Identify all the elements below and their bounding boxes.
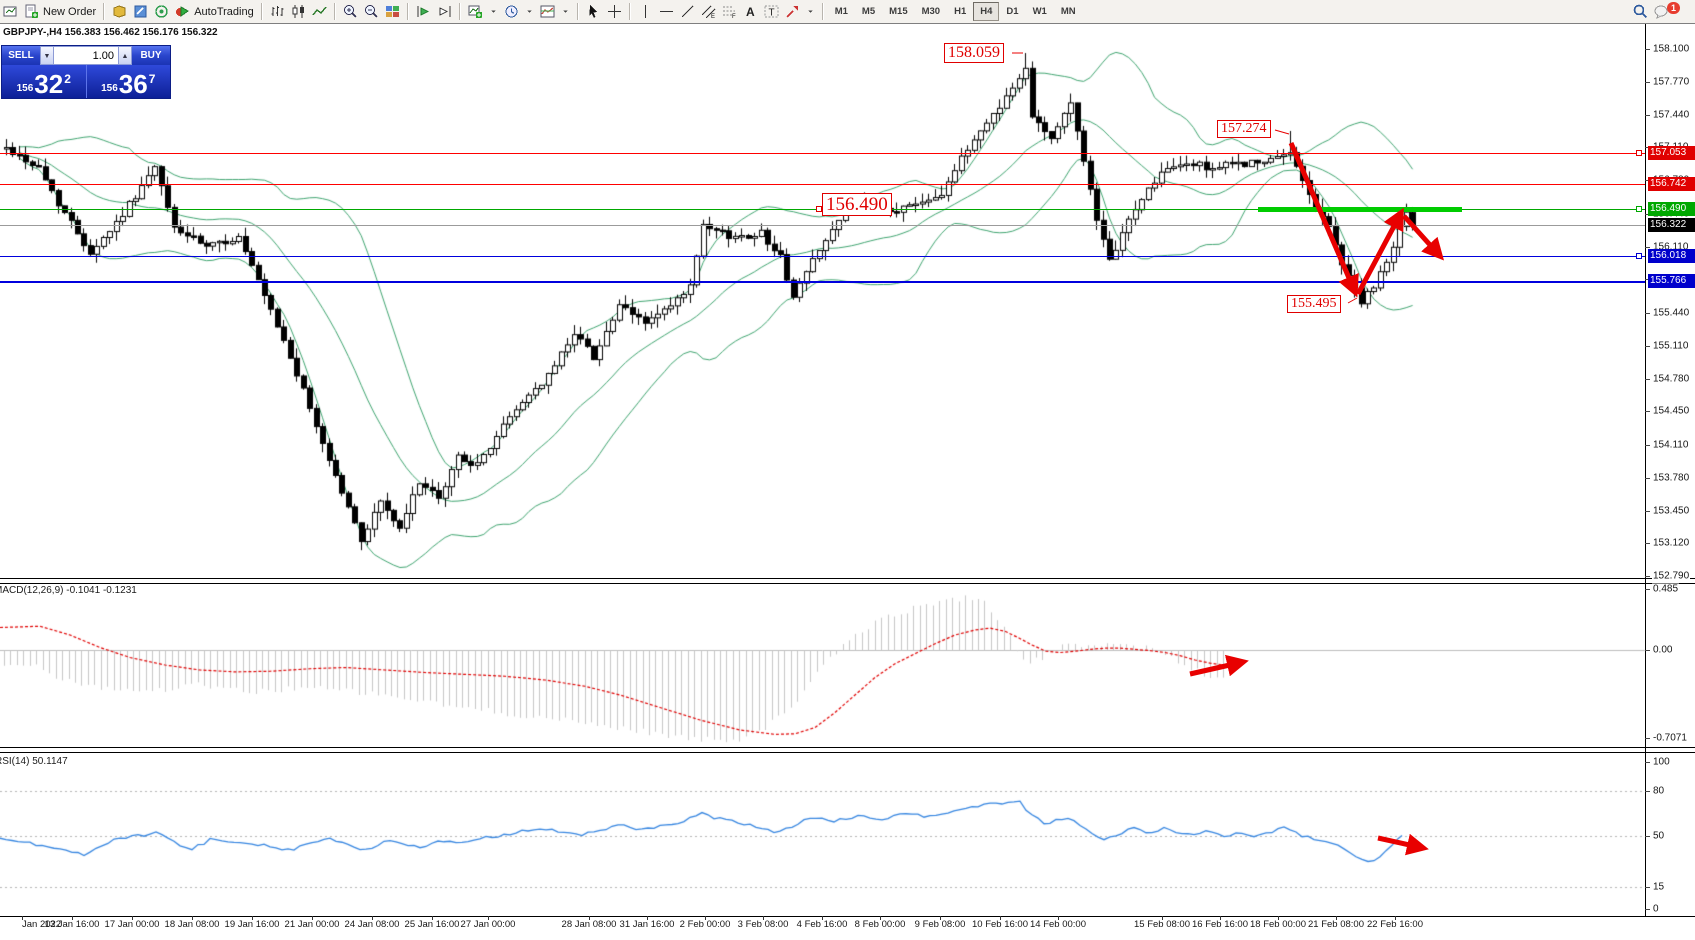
toolbar-separator: [103, 3, 105, 20]
timeframe-button-d1[interactable]: D1: [999, 2, 1025, 21]
sell-button[interactable]: SELL: [2, 46, 40, 65]
autotrading-button-label: AutoTrading: [194, 6, 254, 18]
callout-156-490[interactable]: 156.490: [822, 193, 892, 216]
trend-arrow-5[interactable]: [1378, 838, 1423, 848]
indicators-dropdown[interactable]: [558, 2, 573, 22]
vertical-line-tool-button[interactable]: [635, 2, 656, 22]
timeframe-button-m15[interactable]: M15: [882, 2, 914, 21]
equidistant-channel-tool-button[interactable]: E: [698, 2, 719, 22]
tile-windows-button[interactable]: [382, 2, 403, 22]
bid-prefix: 156: [17, 83, 34, 94]
callout-157-274[interactable]: 157.274: [1217, 120, 1271, 138]
notification-badge: 1: [1667, 2, 1680, 14]
volume-increase-button[interactable]: ▲: [118, 46, 132, 65]
profiles-dropdown[interactable]: [522, 2, 537, 22]
callout-158-059[interactable]: 158.059: [944, 43, 1004, 63]
cursor-tool-button[interactable]: [583, 2, 604, 22]
annotations-overlay: [0, 0, 1695, 940]
toolbar-separator: [629, 3, 631, 20]
bid-price[interactable]: 156 32 2: [2, 65, 86, 98]
mt4-window: { "toolbar": { "new_order_label": "New O…: [0, 0, 1695, 940]
line-chart-mode-button[interactable]: [309, 2, 330, 22]
timeframe-button-w1[interactable]: W1: [1026, 2, 1054, 21]
autotrading-button[interactable]: AutoTrading: [172, 2, 257, 22]
text-label-tool-button[interactable]: T: [761, 2, 782, 22]
volume-decrease-button[interactable]: ▼: [40, 46, 54, 65]
svg-text:E: E: [711, 14, 715, 19]
zoom-out-button[interactable]: [361, 2, 382, 22]
signals-icon[interactable]: [151, 2, 172, 22]
toolbar-separator: [577, 3, 579, 20]
indicators-button[interactable]: [537, 2, 558, 22]
zoom-in-button[interactable]: [340, 2, 361, 22]
svg-text:A: A: [746, 5, 755, 19]
svg-text:T: T: [768, 8, 774, 19]
arrows-dropdown[interactable]: [803, 2, 818, 22]
ask-main: 36: [119, 72, 148, 96]
one-click-trading-panel: SELL ▼ ▲ BUY 156 32 2 156 36 7: [1, 45, 171, 99]
callout-connector: [1275, 130, 1289, 134]
timeframe-button-m30[interactable]: M30: [915, 2, 947, 21]
timeframe-button-m1[interactable]: M1: [828, 2, 855, 21]
toolbar-separator: [334, 3, 336, 20]
trend-arrow-2[interactable]: [1358, 213, 1401, 294]
auto-scroll-button[interactable]: [413, 2, 434, 22]
crosshair-tool-button[interactable]: [604, 2, 625, 22]
new-order-button-label: New Order: [43, 6, 96, 18]
profiles-button[interactable]: [501, 2, 522, 22]
callout-155-495[interactable]: 155.495: [1287, 295, 1341, 313]
chart-shift-button[interactable]: [434, 2, 455, 22]
toolbar-separator: [261, 3, 263, 20]
chart-window-icon: [0, 2, 21, 22]
callout-connector: [1348, 298, 1357, 303]
search-icon[interactable]: [1630, 2, 1651, 22]
ask-prefix: 156: [101, 83, 118, 94]
bid-sup: 2: [64, 72, 71, 86]
timeframe-button-m5[interactable]: M5: [855, 2, 882, 21]
buy-button[interactable]: BUY: [132, 46, 170, 65]
text-tool-button[interactable]: A: [740, 2, 761, 22]
arrows-tool-button[interactable]: [782, 2, 803, 22]
chat-icon[interactable]: 1: [1651, 2, 1689, 22]
symbol-ohlc-line: GBPJPY-,H4 156.383 156.462 156.176 156.3…: [3, 27, 218, 38]
toolbar-separator: [407, 3, 409, 20]
ask-price[interactable]: 156 36 7: [87, 65, 171, 98]
ask-sup: 7: [149, 72, 156, 86]
svg-text:F: F: [732, 14, 736, 19]
new-chart-dropdown[interactable]: [486, 2, 501, 22]
expert-advisors-icon[interactable]: [109, 2, 130, 22]
horizontal-line-tool-button[interactable]: [656, 2, 677, 22]
trendline-tool-button[interactable]: [677, 2, 698, 22]
metaeditor-icon[interactable]: [130, 2, 151, 22]
timeframe-button-h4[interactable]: H4: [973, 2, 999, 21]
candlestick-mode-button[interactable]: [288, 2, 309, 22]
main-toolbar: New Order AutoTrading E F A T M1M5M15M30H1H4D1…: [0, 0, 1695, 24]
trend-arrow-4[interactable]: [1190, 662, 1243, 674]
volume-input[interactable]: [54, 46, 118, 65]
toolbar-separator: [822, 3, 824, 20]
trend-arrow-1[interactable]: [1291, 143, 1355, 292]
bar-chart-mode-button[interactable]: [267, 2, 288, 22]
timeframe-button-h1[interactable]: H1: [947, 2, 973, 21]
fibonacci-tool-button[interactable]: F: [719, 2, 740, 22]
new-order-button[interactable]: New Order: [21, 2, 99, 22]
trend-arrow-3[interactable]: [1404, 216, 1440, 256]
bid-main: 32: [34, 72, 63, 96]
timeframe-button-mn[interactable]: MN: [1054, 2, 1083, 21]
toolbar-separator: [459, 3, 461, 20]
new-chart-button[interactable]: [465, 2, 486, 22]
